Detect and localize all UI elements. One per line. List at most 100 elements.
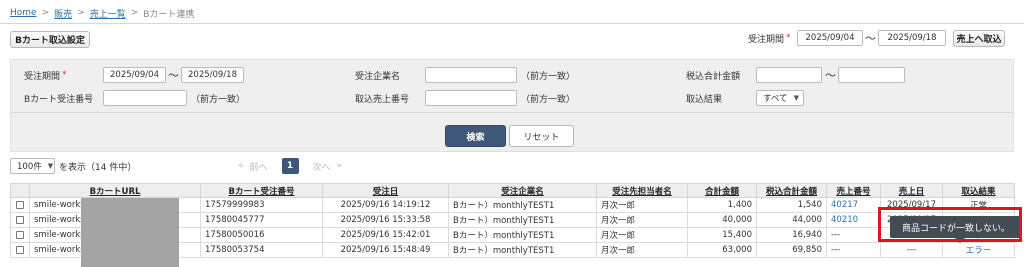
sales-number-link[interactable]: 40217 <box>826 197 881 213</box>
row-checkbox[interactable] <box>16 215 24 224</box>
header-import-result[interactable]: 取込結果 <box>942 183 1015 198</box>
toolbar-tilde: 〜 <box>865 32 876 45</box>
order-date-cell: 2025/09/16 15:42:01 <box>322 227 449 243</box>
row-checkbox-cell <box>10 227 30 243</box>
highlight-box <box>878 207 1022 242</box>
breadcrumb-separator: > <box>77 8 85 18</box>
breadcrumb-home-link[interactable]: Home <box>10 8 37 18</box>
row-checkbox-cell <box>10 242 30 258</box>
bcart-import-settings-button[interactable]: Bカート取込設定 <box>10 31 90 48</box>
import-result-selected: すべて <box>763 94 788 104</box>
display-count-text: を表示（14 件中） <box>59 162 137 173</box>
current-page[interactable]: 1 <box>281 158 299 174</box>
header-sales-number[interactable]: 売上番号 <box>826 183 881 198</box>
sales-number-cell: --- <box>826 227 881 243</box>
order-period-label: 受注期間 * <box>24 67 67 83</box>
tax-total-cell: 69,850 <box>756 242 827 258</box>
first-page-icon[interactable]: « <box>238 161 244 171</box>
contact-name-cell: 月次一郎 <box>596 227 688 243</box>
required-mark: * <box>62 70 67 80</box>
company-name-hint: （前方一致） <box>521 71 576 82</box>
row-checkbox[interactable] <box>16 245 24 254</box>
bcart-order-number-cell: 17580050016 <box>200 227 323 243</box>
header-tax-total[interactable]: 税込合計金額 <box>756 183 827 198</box>
company-name-label: 受注企業名 <box>355 71 401 82</box>
bcart-order-number-label: Bカート受注番号 <box>24 94 94 105</box>
header-divider <box>0 23 1024 24</box>
company-name-cell: Bカート）monthlyTEST1 <box>448 242 597 258</box>
sales-number-link[interactable]: 40210 <box>826 212 881 228</box>
tax-total-cell: 1,540 <box>756 197 827 213</box>
header-company-name[interactable]: 受注企業名 <box>448 183 597 198</box>
total-cell: 40,000 <box>687 212 757 228</box>
bcart-order-number-cell: 17579999983 <box>200 197 323 213</box>
total-cell: 15,400 <box>687 227 757 243</box>
contact-name-cell: 月次一郎 <box>596 242 688 258</box>
row-checkbox[interactable] <box>16 200 24 209</box>
prev-page-link[interactable]: 前へ <box>250 160 268 173</box>
company-name-cell: Bカート）monthlyTEST1 <box>448 212 597 228</box>
toolbar-date-from-input[interactable]: 2025/09/04 <box>797 30 863 46</box>
tax-total-cell: 44,000 <box>756 212 827 228</box>
tax-total-label: 税込合計金額 <box>686 71 741 82</box>
order-period-from-input[interactable]: 2025/09/04 <box>103 67 166 83</box>
import-result-select[interactable]: すべて ▼ <box>756 90 804 106</box>
reset-button[interactable]: リセット <box>509 125 574 147</box>
order-period-to-input[interactable]: 2025/09/18 <box>181 67 244 83</box>
import-sales-number-label: 取込売上番号 <box>355 94 410 105</box>
breadcrumb: Home > 販売 > 売上一覧 > Bカート連携 <box>10 6 194 20</box>
pagination: « 前へ 1 次へ » <box>238 158 342 174</box>
search-panel-divider <box>10 112 1014 113</box>
row-checkbox-cell <box>10 212 30 228</box>
header-sales-date[interactable]: 売上日 <box>880 183 943 198</box>
redaction-block <box>81 198 179 267</box>
total-cell: 63,000 <box>687 242 757 258</box>
per-page-selected: 100件 <box>17 162 42 172</box>
header-select <box>10 183 30 198</box>
import-sales-number-input[interactable] <box>425 90 517 106</box>
toolbar-date-to-input[interactable]: 2025/09/18 <box>878 30 946 46</box>
breadcrumb-separator: > <box>130 8 139 18</box>
header-contact-name[interactable]: 受注先担当者名 <box>596 183 688 198</box>
tax-total-from-input[interactable] <box>756 67 822 83</box>
bcart-order-number-cell: 17580045777 <box>200 212 323 228</box>
tax-total-cell: 16,940 <box>756 227 827 243</box>
per-page-select[interactable]: 100件 ▼ <box>10 158 55 174</box>
order-period-label-text: 受注期間 <box>24 71 61 82</box>
order-date-cell: 2025/09/16 14:19:12 <box>322 197 449 213</box>
company-name-input[interactable] <box>425 67 517 83</box>
tax-total-tilde: 〜 <box>825 69 836 82</box>
import-to-sales-button[interactable]: 売上へ取込 <box>953 30 1005 47</box>
tax-total-to-input[interactable] <box>838 67 905 83</box>
header-bcart-url[interactable]: BカートURL <box>29 183 201 198</box>
header-bcart-order-number[interactable]: Bカート受注番号 <box>200 183 323 198</box>
chevron-down-icon: ▼ <box>47 162 54 170</box>
toolbar-period-label-text: 受注期間 <box>748 34 785 45</box>
import-result-error-link[interactable]: エラー <box>942 242 1015 258</box>
row-checkbox[interactable] <box>16 230 24 239</box>
import-sales-number-hint: （前方一致） <box>521 94 576 105</box>
bcart-order-number-hint: （前方一致） <box>191 94 246 105</box>
table-header-row: BカートURL Bカート受注番号 受注日 受注企業名 受注先担当者名 合計金額 … <box>10 183 1015 198</box>
last-page-icon[interactable]: » <box>337 161 343 171</box>
sales-date-cell: --- <box>880 242 943 258</box>
order-date-cell: 2025/09/16 15:33:58 <box>322 212 449 228</box>
contact-name-cell: 月次一郎 <box>596 197 688 213</box>
company-name-cell: Bカート）monthlyTEST1 <box>448 227 597 243</box>
sales-number-cell: --- <box>826 242 881 258</box>
breadcrumb-current: Bカート連携 <box>143 9 195 20</box>
order-date-cell: 2025/09/16 15:48:49 <box>322 242 449 258</box>
row-checkbox-cell <box>10 197 30 213</box>
breadcrumb-separator: > <box>41 8 50 18</box>
next-page-link[interactable]: 次へ <box>313 160 331 173</box>
header-order-date[interactable]: 受注日 <box>322 183 449 198</box>
bcart-order-number-cell: 17580053754 <box>200 242 323 258</box>
company-name-cell: Bカート）monthlyTEST1 <box>448 197 597 213</box>
search-button[interactable]: 検索 <box>445 125 506 147</box>
bcart-order-number-input[interactable] <box>103 90 187 106</box>
header-total[interactable]: 合計金額 <box>687 183 757 198</box>
breadcrumb-sales-link[interactable]: 販売 <box>54 7 72 20</box>
total-cell: 1,400 <box>687 197 757 213</box>
contact-name-cell: 月次一郎 <box>596 212 688 228</box>
breadcrumb-sales-list-link[interactable]: 売上一覧 <box>90 7 126 20</box>
